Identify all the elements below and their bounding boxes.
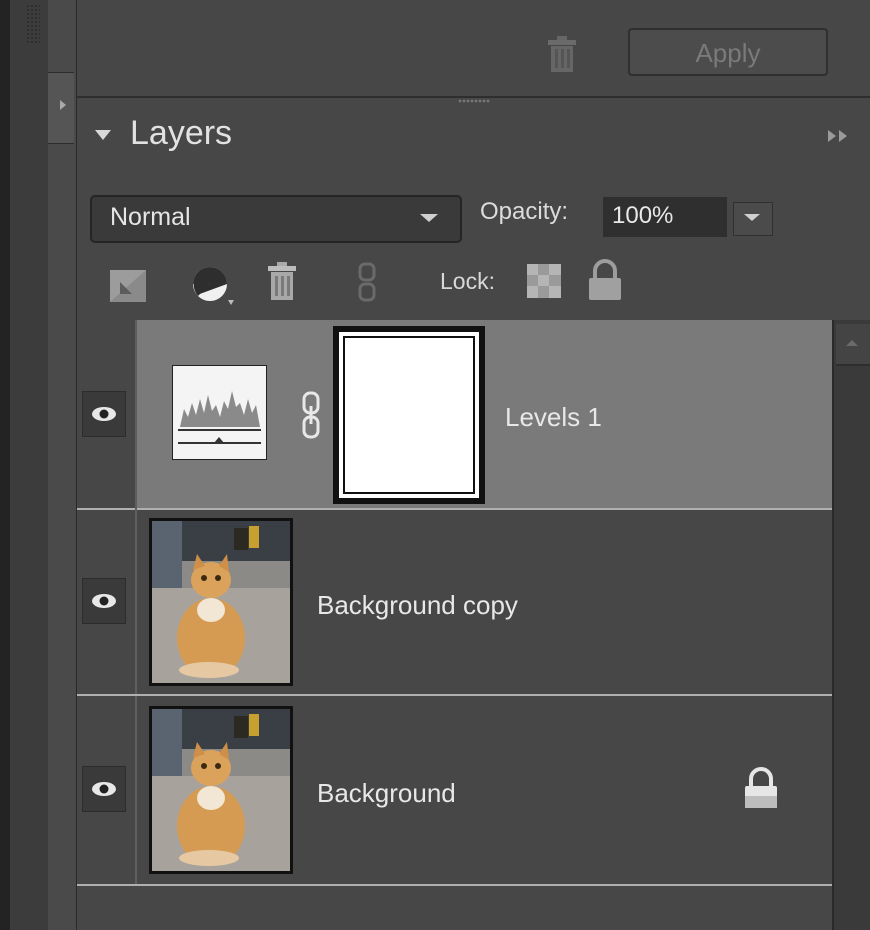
panel-title: Layers	[130, 114, 233, 152]
levels-adjustment-thumbnail	[172, 365, 267, 460]
blend-mode-value: Normal	[110, 203, 191, 231]
eye-icon[interactable]	[82, 766, 126, 812]
grip-dots-icon	[26, 4, 40, 44]
expand-triangle-icon[interactable]	[60, 100, 66, 110]
lock-all-icon[interactable]	[585, 258, 625, 302]
chevron-down-icon	[744, 214, 760, 221]
cat-photo-thumbnail	[149, 518, 293, 686]
eye-icon[interactable]	[82, 578, 126, 624]
opacity-value: 100%	[612, 202, 674, 229]
layer-name: Levels 1	[505, 402, 602, 432]
visibility-column	[77, 320, 137, 508]
lock-transparency-icon[interactable]	[527, 264, 561, 298]
layer-row-background[interactable]: Background	[77, 696, 832, 886]
delete-layer-icon[interactable]	[265, 260, 299, 302]
lock-label: Lock:	[440, 268, 495, 294]
new-layer-icon[interactable]	[108, 268, 148, 304]
layer-name: Background copy	[317, 590, 518, 620]
dock-grip[interactable]	[10, 0, 49, 930]
layer-row-background-copy[interactable]: Background copy	[77, 508, 832, 696]
layer-name: Background	[317, 778, 456, 808]
double-chevron-right-icon[interactable]	[826, 128, 856, 144]
resize-handle[interactable]	[458, 99, 490, 103]
left-edge	[0, 0, 10, 930]
link-icon[interactable]	[358, 262, 376, 302]
mask-link-icon[interactable]	[301, 390, 321, 440]
opacity-label: Opacity:	[480, 198, 569, 225]
scrollbar[interactable]	[832, 320, 870, 930]
trash-icon[interactable]	[545, 34, 579, 74]
triangle-down-icon[interactable]	[95, 130, 111, 140]
arrow-up-icon	[846, 340, 858, 346]
adjustment-layer-icon[interactable]	[190, 264, 238, 308]
layer-row-levels[interactable]: Levels 1	[77, 320, 832, 510]
visibility-column	[77, 508, 137, 694]
layer-mask-thumbnail[interactable]	[333, 326, 485, 504]
lock-icon[interactable]	[741, 766, 781, 810]
apply-button[interactable]: Apply	[628, 28, 828, 76]
visibility-column	[77, 696, 137, 884]
cat-photo-thumbnail	[149, 706, 293, 874]
eye-icon[interactable]	[82, 391, 126, 437]
chevron-down-icon	[420, 214, 438, 222]
